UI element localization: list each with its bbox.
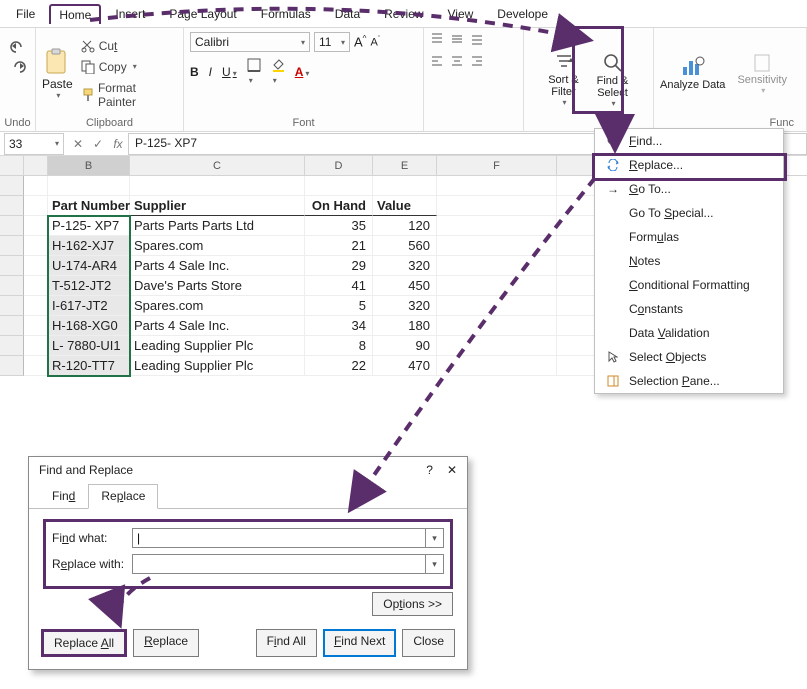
replace-icon bbox=[607, 159, 619, 171]
cursor-icon bbox=[608, 351, 618, 363]
menu-item-find[interactable]: Find... bbox=[595, 129, 783, 153]
scissors-icon bbox=[81, 39, 95, 53]
col-header-f[interactable]: F bbox=[437, 156, 557, 175]
copy-button[interactable]: Copy▾ bbox=[77, 58, 177, 76]
fx-icon[interactable]: fx bbox=[108, 137, 128, 151]
find-what-input[interactable]: ▾ bbox=[132, 528, 444, 548]
accept-formula-icon[interactable]: ✓ bbox=[88, 137, 108, 151]
shrink-font-icon[interactable]: Aˇ bbox=[370, 36, 380, 49]
close-button[interactable]: Close bbox=[402, 629, 455, 657]
col-header-b[interactable]: B bbox=[48, 156, 130, 175]
menu-item-goto-special[interactable]: Go To Special... bbox=[595, 201, 783, 225]
copy-icon bbox=[81, 60, 95, 74]
analyze-data-button[interactable]: Analyze Data bbox=[660, 55, 725, 91]
sort-filter-icon bbox=[553, 52, 575, 74]
menu-formulas[interactable]: Formulas bbox=[251, 3, 321, 25]
align-right-icon[interactable] bbox=[470, 54, 484, 68]
grow-font-icon[interactable]: A^ bbox=[354, 34, 366, 49]
col-header-d[interactable]: D bbox=[305, 156, 373, 175]
analyze-icon bbox=[680, 55, 706, 79]
sort-filter-button[interactable]: Sort & Filter▾ bbox=[541, 52, 587, 107]
italic-button[interactable]: I bbox=[209, 65, 212, 79]
align-middle-icon[interactable] bbox=[450, 32, 464, 46]
cancel-formula-icon[interactable]: ✕ bbox=[68, 137, 88, 151]
menu-bar: File Home Insert Page Layout Formulas Da… bbox=[0, 0, 807, 28]
find-select-menu: Find... Replace... → Go To... Go To Spec… bbox=[594, 128, 784, 394]
find-replace-dialog: Find and Replace ? ✕ Find Replace Find w… bbox=[28, 456, 468, 670]
menu-home[interactable]: Home bbox=[49, 4, 101, 24]
redo-icon[interactable] bbox=[9, 60, 27, 74]
fill-color-button[interactable]: ▾ bbox=[271, 58, 285, 86]
menu-item-conditional-formatting[interactable]: Conditional Formatting bbox=[595, 273, 783, 297]
cut-button[interactable]: Cut bbox=[77, 37, 177, 55]
pane-icon bbox=[607, 375, 619, 387]
bucket-icon bbox=[271, 58, 285, 72]
replace-with-input[interactable]: ▾ bbox=[132, 554, 444, 574]
menu-item-notes[interactable]: Notes bbox=[595, 249, 783, 273]
align-left-icon[interactable] bbox=[430, 54, 444, 68]
ribbon: Undo Paste ▾ Cut Copy▾ Format Pa bbox=[0, 28, 807, 132]
chevron-down-icon[interactable]: ▾ bbox=[425, 555, 443, 573]
ribbon-group-clipboard-label: Clipboard bbox=[42, 115, 177, 129]
border-button[interactable]: ▾ bbox=[247, 58, 261, 86]
align-center-icon[interactable] bbox=[450, 54, 464, 68]
label-replace-with: Replace with: bbox=[52, 557, 132, 571]
replace-button[interactable]: Replace bbox=[133, 629, 199, 657]
find-select-button[interactable]: Find & Select▾ bbox=[589, 51, 637, 108]
chevron-down-icon[interactable]: ▾ bbox=[425, 529, 443, 547]
label-find-what: Find what: bbox=[52, 531, 132, 545]
align-top-icon[interactable] bbox=[430, 32, 444, 46]
border-icon bbox=[247, 58, 261, 72]
ribbon-group-undo-label: Undo bbox=[4, 115, 30, 129]
menu-developer[interactable]: Develope bbox=[487, 3, 558, 25]
sensitivity-icon bbox=[751, 52, 773, 74]
dialog-help-icon[interactable]: ? bbox=[426, 463, 433, 477]
menu-page-layout[interactable]: Page Layout bbox=[159, 3, 246, 25]
find-all-button[interactable]: Find All bbox=[256, 629, 317, 657]
menu-item-goto[interactable]: → Go To... bbox=[595, 177, 783, 201]
menu-item-constants[interactable]: Constants bbox=[595, 297, 783, 321]
name-box[interactable]: 33▾ bbox=[4, 133, 64, 155]
find-select-icon bbox=[601, 51, 625, 75]
align-bottom-icon[interactable] bbox=[470, 32, 484, 46]
paste-icon bbox=[43, 47, 71, 77]
menu-view[interactable]: View bbox=[438, 3, 484, 25]
menu-item-select-objects[interactable]: Select Objects bbox=[595, 345, 783, 369]
header-part-number: Part Number bbox=[48, 196, 130, 216]
replace-all-button[interactable]: Replace All bbox=[41, 629, 127, 657]
menu-file[interactable]: File bbox=[6, 3, 45, 25]
dialog-close-icon[interactable]: ✕ bbox=[447, 463, 457, 477]
paste-button[interactable]: Paste ▾ bbox=[42, 47, 73, 100]
font-size-combo[interactable]: 11▾ bbox=[314, 32, 350, 52]
options-button[interactable]: Options >> bbox=[372, 592, 453, 616]
format-painter-button[interactable]: Format Painter bbox=[77, 79, 177, 111]
menu-item-replace[interactable]: Replace... bbox=[595, 153, 783, 177]
ribbon-group-font-label: Font bbox=[190, 115, 417, 129]
underline-button[interactable]: U▾ bbox=[222, 65, 237, 79]
menu-data[interactable]: Data bbox=[325, 3, 370, 25]
undo-icon[interactable] bbox=[9, 40, 27, 54]
cell-pn[interactable]: P-125- XP7 bbox=[48, 216, 130, 236]
menu-item-selection-pane[interactable]: Selection Pane... bbox=[595, 369, 783, 393]
col-header-c[interactable]: C bbox=[130, 156, 305, 175]
brush-icon bbox=[81, 88, 94, 102]
col-header-e[interactable]: E bbox=[373, 156, 437, 175]
search-icon bbox=[607, 135, 619, 147]
menu-item-data-validation[interactable]: Data Validation bbox=[595, 321, 783, 345]
tab-find[interactable]: Find bbox=[39, 484, 88, 509]
header-value: Value bbox=[373, 196, 437, 216]
header-supplier: Supplier bbox=[130, 196, 305, 216]
menu-item-formulas[interactable]: Formulas bbox=[595, 225, 783, 249]
sensitivity-button[interactable]: Sensitivity▾ bbox=[737, 52, 787, 95]
menu-insert[interactable]: Insert bbox=[105, 3, 155, 25]
tab-replace[interactable]: Replace bbox=[88, 484, 158, 509]
dialog-title: Find and Replace bbox=[39, 463, 133, 477]
bold-button[interactable]: B bbox=[190, 65, 199, 79]
find-next-button[interactable]: Find Next bbox=[323, 629, 396, 657]
font-color-button[interactable]: A▾ bbox=[295, 65, 310, 79]
header-on-hand: On Hand bbox=[305, 196, 373, 216]
menu-review[interactable]: Review bbox=[374, 3, 433, 25]
font-name-combo[interactable]: Calibri▾ bbox=[190, 32, 310, 52]
